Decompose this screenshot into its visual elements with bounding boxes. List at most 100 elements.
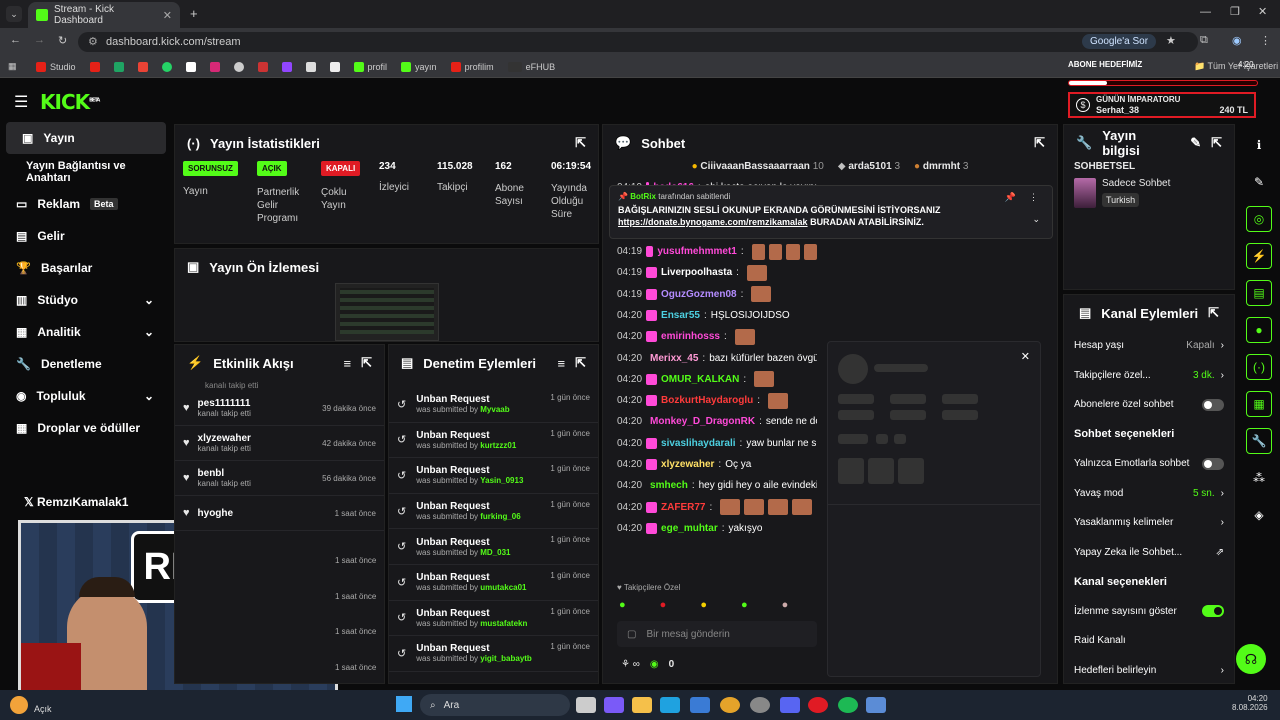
document-icon[interactable]: ▦	[1246, 391, 1272, 417]
store-icon[interactable]	[690, 697, 710, 713]
taskbar-search[interactable]: ⌕ Ara	[420, 694, 570, 716]
tab-search-icon[interactable]: ⌄	[6, 6, 22, 22]
info-icon[interactable]: ℹ	[1246, 132, 1272, 158]
hamburger-menu-icon[interactable]: ☰	[14, 92, 28, 112]
sidebar-item-droplar[interactable]: ▦ Droplar ve ödüller	[0, 412, 172, 444]
all-bookmarks[interactable]: 📁 Tüm Yer İşaretleri	[1194, 61, 1278, 72]
popout-icon[interactable]: ⇱	[575, 135, 586, 151]
sidebar-item-stream-key[interactable]: Yayın Bağlantısı ve Anahtarı	[0, 156, 172, 188]
browser-tab[interactable]: Stream - Kick Dashboard ✕	[28, 2, 180, 28]
emote-icon[interactable]: ●	[741, 599, 748, 611]
list-item[interactable]: ♥ hyoghe 1 saat önce	[175, 496, 384, 531]
popout-icon[interactable]: ⇱	[1208, 305, 1219, 321]
broadcast-icon[interactable]: (·)	[1246, 354, 1272, 380]
chat-username[interactable]: yusufmehmmet1	[657, 246, 736, 257]
window-close-icon[interactable]: ✕	[1258, 5, 1267, 18]
menu-icon[interactable]: ⋮	[1260, 34, 1271, 47]
sidebar-item-yayin[interactable]: ▣ Yayın	[6, 122, 166, 154]
row-ai-chat[interactable]: Yapay Zeka ile Sohbet... ⇗	[1064, 538, 1234, 568]
support-icon[interactable]: ☊	[1236, 644, 1266, 674]
list-item[interactable]: ♥ xlyzewaher kanalı takip etti 42 dakika ön…	[175, 426, 384, 461]
spotify-icon[interactable]	[838, 697, 858, 713]
clipboard-icon[interactable]: ▤	[1246, 280, 1272, 306]
close-icon[interactable]: ✕	[1021, 350, 1030, 363]
copilot-icon[interactable]	[604, 697, 624, 713]
chat-username[interactable]: ege_muhtar	[661, 523, 718, 534]
bookmark-chatgpt[interactable]	[233, 61, 244, 72]
forward-icon[interactable]: →	[34, 34, 45, 46]
emote-icon[interactable]: ●	[619, 599, 626, 611]
points-icon[interactable]: ⚘ ∞	[621, 659, 640, 670]
bookmark-efhub[interactable]: eFHUB	[507, 61, 555, 72]
table-row[interactable]: ↺ Unban Request was submitted by kurtzzz01…	[389, 423, 598, 459]
bookmark-instagram[interactable]	[209, 61, 220, 72]
chat-username[interactable]: BozkurtHaydaroglu	[661, 395, 753, 406]
chat-username[interactable]: emirinhosss	[661, 331, 720, 342]
maximize-icon[interactable]: ❐	[1230, 5, 1240, 18]
chevron-down-icon[interactable]: ⌄	[1032, 214, 1040, 225]
app-icon[interactable]	[866, 697, 886, 713]
table-row[interactable]: ↺ Unban Request was submitted by Myvaab 1 g…	[389, 387, 598, 423]
kick-logo[interactable]: KICKBETA	[40, 90, 100, 114]
table-row[interactable]: ↺ Unban Request was submitted by MD_031 1 g…	[389, 529, 598, 565]
bookmark-whatsapp[interactable]	[161, 61, 172, 72]
apps-icon[interactable]: ▦	[8, 61, 17, 72]
row-goals[interactable]: Hedefleri belirleyin ›	[1064, 656, 1234, 684]
sidebar-item-gelir[interactable]: ▤ Gelir	[0, 220, 172, 252]
table-row[interactable]: ↺ Unban Request was submitted by umutakca0…	[389, 565, 598, 601]
edge-icon[interactable]	[660, 697, 680, 713]
emote-icon[interactable]: ●	[660, 599, 667, 611]
bookmark-streamelements[interactable]	[257, 61, 268, 72]
profile-icon[interactable]: ◉	[1232, 34, 1242, 47]
bookmark-drive[interactable]	[113, 61, 124, 72]
table-row[interactable]: ↺ Unban Request was submitted by Yasin_091…	[389, 458, 598, 494]
sidebar-item-reklam[interactable]: ▭ Reklam Beta	[0, 188, 172, 220]
weather-icon[interactable]	[10, 696, 28, 714]
filter-icon[interactable]: ≡	[344, 356, 352, 371]
row-raid[interactable]: Raid Kanalı	[1064, 626, 1234, 656]
chat-username[interactable]: smhech	[650, 480, 688, 491]
row-account-age[interactable]: Hesap yaşı Kapalı ›	[1064, 331, 1234, 361]
bookmark-studio[interactable]: Studio	[36, 61, 76, 72]
filter-icon[interactable]: ≡	[558, 356, 566, 371]
chat-username[interactable]: Merixx_45	[650, 353, 698, 364]
category-name[interactable]: Sadece Sohbet	[1102, 178, 1170, 189]
bookmark-x[interactable]	[185, 61, 196, 72]
discord-icon[interactable]	[780, 697, 800, 713]
chat-username[interactable]: ZAFER77	[661, 502, 705, 513]
chat-username[interactable]: xlyzewaher	[661, 459, 714, 470]
viewcount-toggle[interactable]	[1202, 605, 1224, 618]
chat-message-input[interactable]: ▢ Bir mesaj gönderin	[617, 621, 817, 647]
table-row[interactable]: ↺ Unban Request was submitted by furking_0…	[389, 494, 598, 530]
community-icon[interactable]: ⁂	[1246, 465, 1272, 491]
popout-icon[interactable]: ⇱	[1211, 135, 1222, 151]
donate-link[interactable]: https://donate.bynogame.com/remzikamalak	[618, 217, 808, 227]
emote-only-toggle[interactable]	[1202, 457, 1224, 470]
extensions-icon[interactable]: ⧉	[1200, 34, 1208, 47]
new-tab-icon[interactable]: +	[190, 6, 198, 21]
row-slow-mode[interactable]: Yavaş mod 5 sn. ›	[1064, 479, 1234, 509]
chat-username[interactable]: Ensar55	[661, 310, 700, 321]
pencil-icon[interactable]: ✎	[1246, 169, 1272, 195]
bookmark-profilim[interactable]: profilim	[450, 61, 494, 72]
wrench-icon[interactable]: 🔧	[1246, 428, 1272, 454]
minimize-icon[interactable]: —	[1200, 6, 1211, 18]
unpin-icon[interactable]: 📌	[1005, 192, 1016, 203]
reload-icon[interactable]: ↻	[58, 34, 67, 47]
chat-username[interactable]: sivaslihaydarali	[661, 438, 736, 449]
url-input[interactable]: ⚙ dashboard.kick.com/stream Google'a Sor…	[78, 32, 1198, 52]
obs-icon[interactable]	[750, 697, 770, 713]
sidebar-item-topluluk[interactable]: ◉ Topluluk ⌄	[0, 380, 172, 412]
table-row[interactable]: ↺ Unban Request was submitted by mustafate…	[389, 601, 598, 637]
tab-close-icon[interactable]: ✕	[163, 9, 172, 22]
bookmark-twitch[interactable]	[281, 61, 292, 72]
bolt-icon[interactable]: ⚡	[1246, 243, 1272, 269]
category-thumbnail[interactable]	[1074, 178, 1096, 208]
sidebar-item-studyo[interactable]: ▥ Stüdyo ⌄	[0, 284, 172, 316]
chat-rail-icon[interactable]: ●	[1246, 317, 1272, 343]
popout-icon[interactable]: ⇱	[575, 355, 586, 371]
chat-username[interactable]: OMUR_KALKAN	[661, 374, 739, 385]
row-banned-words[interactable]: Yasaklanmış kelimeler ›	[1064, 508, 1234, 538]
bookmark-ext2[interactable]	[329, 61, 340, 72]
chrome-icon[interactable]	[720, 697, 740, 713]
